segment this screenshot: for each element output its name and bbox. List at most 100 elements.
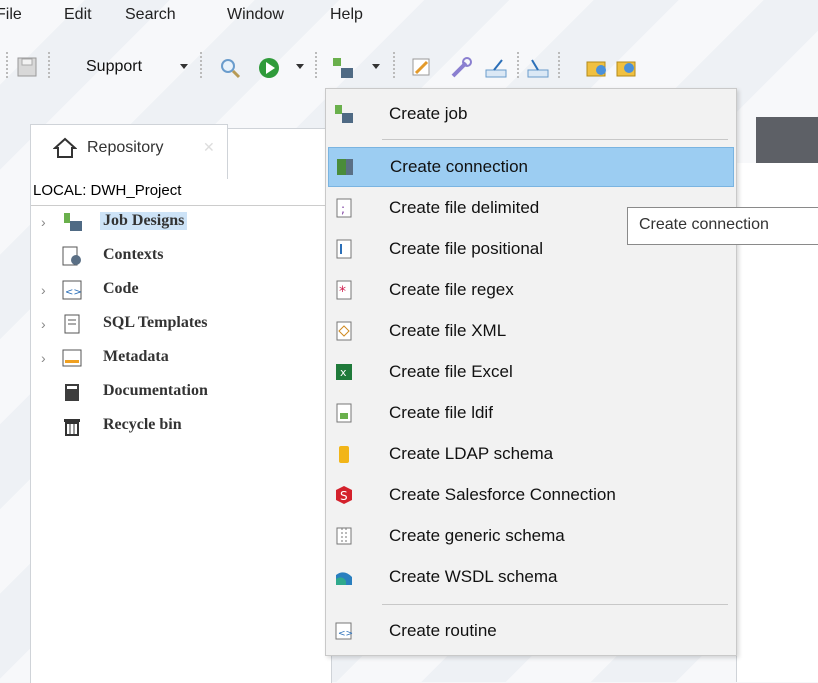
tab-title: Repository <box>87 139 164 156</box>
file-excel-icon: x <box>336 364 352 380</box>
run-dropdown-caret[interactable] <box>296 64 304 69</box>
tree-item-label: Metadata <box>103 348 169 365</box>
search-repository-icon[interactable] <box>218 56 242 80</box>
file-regex-icon: * <box>336 280 352 300</box>
expand-arrow-icon[interactable]: › <box>41 350 46 366</box>
svg-text:x: x <box>340 366 347 379</box>
tree-item-metadata[interactable]: › Metadata <box>31 345 331 373</box>
tree-item-job-designs[interactable]: › Job Designs <box>31 209 331 237</box>
tooltip: Create connection <box>627 207 818 245</box>
support-button[interactable]: Support <box>86 58 142 76</box>
svg-text:<>: <> <box>65 287 82 298</box>
tree-item-label: SQL Templates <box>103 314 208 331</box>
menu-item-label: Create file positional <box>389 239 544 258</box>
repository-panel: LOCAL: DWH_Project › Job Designs Context… <box>30 128 332 683</box>
menu-item-label: Create LDAP schema <box>389 444 554 463</box>
wsdl-schema-icon <box>336 572 352 585</box>
import-icon[interactable] <box>526 56 550 80</box>
menu-item-create-wsdl-schema[interactable]: Create WSDL schema <box>328 558 732 596</box>
tree-item-contexts[interactable]: Contexts <box>31 243 331 271</box>
menu-separator <box>382 139 728 140</box>
import-items-icon[interactable] <box>585 56 609 80</box>
menu-item-create-salesforce-connection[interactable]: S Create Salesforce Connection <box>328 476 732 514</box>
wrench-icon[interactable] <box>449 56 473 80</box>
menu-item-label: Create connection <box>390 157 528 176</box>
toolbar-separator <box>6 52 8 78</box>
menu-item-create-routine[interactable]: <> Create routine <box>328 612 732 650</box>
menu-item-create-connection[interactable]: Create connection <box>328 147 734 187</box>
toolbar-separator <box>558 52 560 78</box>
tree-item-label: Contexts <box>103 246 164 263</box>
menu-item-create-file-xml[interactable]: Create file XML <box>328 312 732 350</box>
editor-tab-bar <box>756 117 818 163</box>
svg-text:*: * <box>339 284 346 300</box>
menu-item-label: Create routine <box>389 621 497 640</box>
tree-item-label: Code <box>103 280 139 297</box>
close-icon[interactable]: ✕ <box>203 139 215 156</box>
menu-item-label: Create file delimited <box>389 198 540 217</box>
expand-arrow-icon[interactable]: › <box>41 316 46 332</box>
documentation-icon <box>65 384 79 401</box>
menu-item-label: Create WSDL schema <box>389 567 558 586</box>
menu-file[interactable]: File <box>0 6 22 24</box>
toolbar-separator <box>200 52 202 78</box>
menu-item-create-generic-schema[interactable]: Create generic schema <box>328 517 732 555</box>
create-job-icon <box>335 105 353 123</box>
menu-item-label: Create file Excel <box>389 362 513 381</box>
menu-separator <box>382 604 728 605</box>
code-icon: <> <box>62 280 82 300</box>
home-icon <box>53 137 77 158</box>
create-dropdown-caret[interactable] <box>372 64 380 69</box>
menu-window[interactable]: Window <box>227 6 284 24</box>
edit-icon[interactable] <box>410 56 432 78</box>
create-job-toolbar-icon[interactable] <box>331 56 355 80</box>
save-icon[interactable] <box>16 56 38 78</box>
menu-item-create-file-excel[interactable]: x Create file Excel <box>328 353 732 391</box>
svg-text:S: S <box>340 489 348 503</box>
menu-edit[interactable]: Edit <box>64 6 92 24</box>
menu-item-label: Create Salesforce Connection <box>389 485 616 504</box>
project-name: LOCAL: DWH_Project <box>33 182 182 199</box>
expand-arrow-icon[interactable]: › <box>41 282 46 298</box>
metadata-icon <box>62 349 82 367</box>
file-ldif-icon <box>336 403 352 423</box>
menu-item-label: Create generic schema <box>389 526 565 545</box>
file-positional-icon <box>336 239 352 259</box>
tree-item-recycle-bin[interactable]: Recycle bin <box>31 413 331 441</box>
svg-text:<>: <> <box>338 629 353 639</box>
export-icon[interactable] <box>484 56 508 80</box>
svg-text:;: ; <box>341 202 345 216</box>
tree-item-documentation[interactable]: Documentation <box>31 379 331 407</box>
tooltip-text: Create connection <box>639 216 769 233</box>
context-menu: Create job Create connection ; Create fi… <box>325 88 737 656</box>
menu-item-create-job[interactable]: Create job <box>328 95 732 133</box>
tree-item-sql-templates[interactable]: › SQL Templates <box>31 311 331 339</box>
menu-item-create-file-regex[interactable]: * Create file regex <box>328 271 732 309</box>
project-selector[interactable]: LOCAL: DWH_Project <box>31 179 331 206</box>
expand-arrow-icon[interactable]: › <box>41 214 46 230</box>
tree-item-label: Job Designs <box>100 212 188 230</box>
toolbar-separator <box>315 52 317 78</box>
menu-item-label: Create job <box>389 104 468 123</box>
toolbar-separator <box>393 52 395 78</box>
menu-item-label: Create file regex <box>389 280 514 299</box>
menu-item-create-ldap-schema[interactable]: Create LDAP schema <box>328 435 732 473</box>
tree-item-label: Documentation <box>103 382 208 399</box>
run-icon[interactable] <box>257 56 281 80</box>
toolbar-separator <box>517 52 519 78</box>
menu-search[interactable]: Search <box>125 6 176 24</box>
menu-item-create-file-ldif[interactable]: Create file ldif <box>328 394 732 432</box>
contexts-icon <box>62 246 81 266</box>
recycle-bin-icon <box>64 419 80 436</box>
menu-bar: File Edit Search Window Help <box>0 0 818 34</box>
support-dropdown-caret[interactable] <box>180 64 188 69</box>
tree-item-code[interactable]: › <> Code <box>31 277 331 305</box>
menu-item-label: Create file ldif <box>389 403 493 422</box>
ldap-schema-icon <box>339 446 349 463</box>
menu-help[interactable]: Help <box>330 6 363 24</box>
generic-schema-icon <box>336 527 352 545</box>
export-items-icon[interactable] <box>615 56 639 80</box>
toolbar-separator <box>48 52 50 78</box>
toolbar: Support <box>0 44 818 94</box>
tab-repository[interactable]: Repository ✕ <box>30 124 228 179</box>
